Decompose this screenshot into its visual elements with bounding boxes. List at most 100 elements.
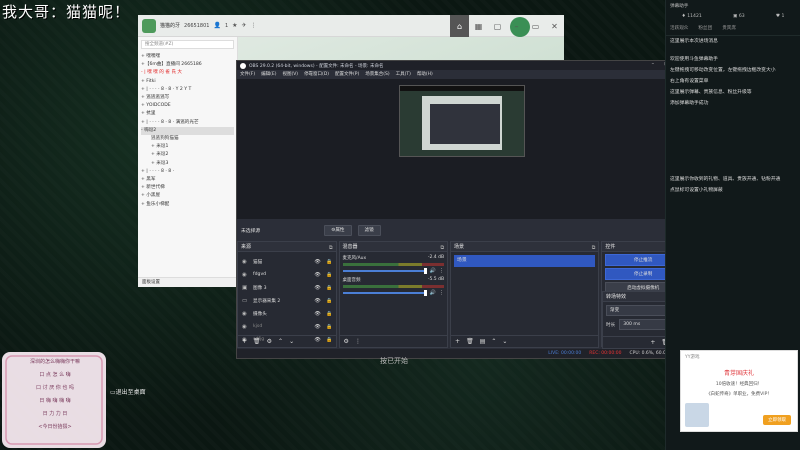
channel-item[interactable]: + Fitki xyxy=(141,78,234,86)
menu-item[interactable]: 文件(F) xyxy=(240,70,255,79)
channel-item[interactable]: + 米逗2 xyxy=(141,151,234,159)
panel-tab[interactable]: 活跃观众 xyxy=(670,25,688,31)
source-item[interactable]: ◉ kjsd 👁 🔒 xyxy=(240,320,334,333)
menu-item[interactable]: 帮助(H) xyxy=(417,70,433,79)
filters-button[interactable]: 滤镜 xyxy=(357,224,381,236)
move-up-button[interactable]: ⌃ xyxy=(491,338,496,345)
lock-icon[interactable]: 🔒 xyxy=(326,272,334,278)
popout-icon[interactable]: ⧉ xyxy=(329,243,333,253)
eye-icon[interactable]: 👁 xyxy=(314,272,322,278)
ad-claim-button[interactable]: 立即领取 xyxy=(763,415,791,425)
ad-line-1: 10倍收速！经典回归！ xyxy=(715,382,763,387)
eye-icon[interactable]: 👁 xyxy=(314,324,322,330)
channel-item[interactable]: + 米逗3 xyxy=(141,160,234,168)
menu-item[interactable]: 编辑(E) xyxy=(261,70,276,79)
lock-icon[interactable]: 🔒 xyxy=(326,311,334,317)
source-name: 显示器采集 2 xyxy=(253,298,281,304)
properties-button[interactable]: ⚙属性 xyxy=(324,224,352,236)
channel-item[interactable]: - | 嘿 嘿 的 雀 氏 大 xyxy=(141,69,234,77)
channel-item[interactable]: + 米逗1 xyxy=(141,143,234,151)
move-down-button[interactable]: ⌄ xyxy=(502,338,507,345)
source-item[interactable]: ◉ fdgvd 👁 🔒 xyxy=(240,268,334,281)
close-icon[interactable]: ✕ xyxy=(545,15,564,37)
move-down-button[interactable]: ⌄ xyxy=(289,338,294,345)
exit-to-desktop-button[interactable]: ▭退出至桌面 xyxy=(110,387,146,396)
lock-icon[interactable]: 🔒 xyxy=(326,259,334,265)
channel-menu-icon[interactable]: ⋮ xyxy=(439,290,444,296)
volume-slider[interactable] xyxy=(342,290,427,296)
preview-canvas xyxy=(399,85,525,157)
channel-item[interactable]: + 小黑屋 xyxy=(141,192,234,200)
channel-item[interactable]: + 黑军 xyxy=(141,176,234,184)
channel-search-input[interactable]: 搜全频道(#Z) xyxy=(141,40,234,49)
plane-icon[interactable]: ✈ xyxy=(242,22,247,29)
member-count: 1 xyxy=(224,22,229,29)
panel-header: 弹幕助手 xyxy=(670,4,689,9)
mixer-settings-button[interactable]: ⚙ xyxy=(344,338,349,345)
eye-icon[interactable]: 👁 xyxy=(314,259,322,265)
panel-settings[interactable]: 面板设置 xyxy=(138,277,238,287)
popout-icon[interactable]: ⧉ xyxy=(440,243,444,253)
minimize-icon[interactable]: – xyxy=(507,15,526,37)
channel-item[interactable]: + | · · · · 8 · 8 · Y 2 Y T xyxy=(141,86,234,94)
star-icon[interactable]: ★ xyxy=(232,22,237,29)
source-item[interactable]: ◉ 摄像头 👁 🔒 xyxy=(240,307,334,320)
channel-item[interactable]: + 抗里 xyxy=(141,110,234,118)
grid-icon[interactable]: ▦ xyxy=(469,15,488,37)
channel-item[interactable]: + 逃逃逃逃写 xyxy=(141,94,234,102)
source-settings-button[interactable]: ⚙ xyxy=(267,338,272,345)
minimize-icon[interactable]: – xyxy=(652,61,655,67)
lock-icon[interactable]: 🔒 xyxy=(326,324,334,330)
add-scene-button[interactable]: + xyxy=(455,338,460,345)
menu-item[interactable]: 配置文件(P) xyxy=(335,70,359,79)
volume-slider[interactable] xyxy=(342,268,427,274)
channel-menu-icon[interactable]: ⋮ xyxy=(439,268,444,274)
move-up-button[interactable]: ⌃ xyxy=(278,338,283,345)
channel-item[interactable]: 逃逃狗狗猫猫 xyxy=(141,135,234,143)
channel-item[interactable]: + 鱼乐小梯配 xyxy=(141,201,234,209)
delete-source-button[interactable]: 🗑 xyxy=(253,338,261,345)
speaker-icon[interactable]: 🔊 xyxy=(430,268,436,274)
ad-thumbnail xyxy=(685,403,709,427)
add-transition-button[interactable]: + xyxy=(650,339,655,346)
home-icon[interactable]: ⌂ xyxy=(450,15,469,37)
source-item[interactable]: ◉ 猫猫 👁 🔒 xyxy=(240,255,334,268)
mixer-menu-button[interactable]: ⋮ xyxy=(355,338,361,345)
source-type-icon: ◉ xyxy=(242,323,247,330)
channel-item[interactable]: +【6m曲】直播间 2665186 xyxy=(141,61,234,69)
panel-tab[interactable]: 贵宾席 xyxy=(722,25,736,31)
source-item[interactable]: ▣ 图像 3 👁 🔒 xyxy=(240,281,334,294)
more-icon[interactable]: ⋮ xyxy=(251,22,257,29)
eye-icon[interactable]: 👁 xyxy=(314,285,322,291)
source-type-icon: ▣ xyxy=(242,284,248,291)
obs-window[interactable]: OBS 29.0.2 (64-bit, windows) - 配置文件: 未命名… xyxy=(236,60,686,359)
popout-icon[interactable]: ⧉ xyxy=(592,243,596,253)
eye-icon[interactable]: 👁 xyxy=(314,298,322,304)
speaker-icon[interactable]: 🔊 xyxy=(430,290,436,296)
maximize-icon[interactable]: ▭ xyxy=(526,15,545,37)
menu-item[interactable]: 场景集合(S) xyxy=(365,70,389,79)
channel-item[interactable]: + YOIDCODE xyxy=(141,102,234,110)
menu-item[interactable]: 视图(V) xyxy=(282,70,298,79)
window-icon[interactable]: ▢ xyxy=(488,15,507,37)
ad-popup[interactable]: YY游戏 青芽国庆礼 10倍收速！经典回归！ 《白蛇传奇》单职业，免费VIP！ … xyxy=(680,350,798,432)
channel-item[interactable]: + 新世代梯 xyxy=(141,184,234,192)
channel-item[interactable]: + | · · · · 8 · 8 · 满逃的光芒 xyxy=(141,119,234,127)
menu-item[interactable]: 停靠窗口(D) xyxy=(304,70,329,79)
eye-icon[interactable]: 👁 xyxy=(314,311,322,317)
channel-item[interactable]: + | · · · · 8 · 8 · xyxy=(141,168,234,176)
lock-icon[interactable]: 🔒 xyxy=(326,298,334,304)
obs-preview[interactable] xyxy=(237,79,685,219)
channel-item[interactable]: - 嗨逗2 xyxy=(141,126,234,136)
panel-tab[interactable]: 粉丝团 xyxy=(698,25,712,31)
menu-item[interactable]: 工具(T) xyxy=(396,70,411,79)
lock-icon[interactable]: 🔒 xyxy=(326,285,334,291)
scene-item[interactable]: 场景 xyxy=(454,255,596,267)
add-source-button[interactable]: + xyxy=(242,338,247,345)
delete-scene-button[interactable]: 🗑 xyxy=(466,338,474,345)
channel-item[interactable]: + 嘿嘿嘿 xyxy=(141,53,234,61)
source-item[interactable]: ▭ 显示器采集 2 👁 🔒 xyxy=(240,294,334,307)
panel-message: 左键拖拽可移动改变位置，左键拖拽边框改变大小 xyxy=(670,68,776,73)
avatar[interactable] xyxy=(142,18,156,33)
scene-filter-button[interactable]: ▤ xyxy=(480,338,486,345)
